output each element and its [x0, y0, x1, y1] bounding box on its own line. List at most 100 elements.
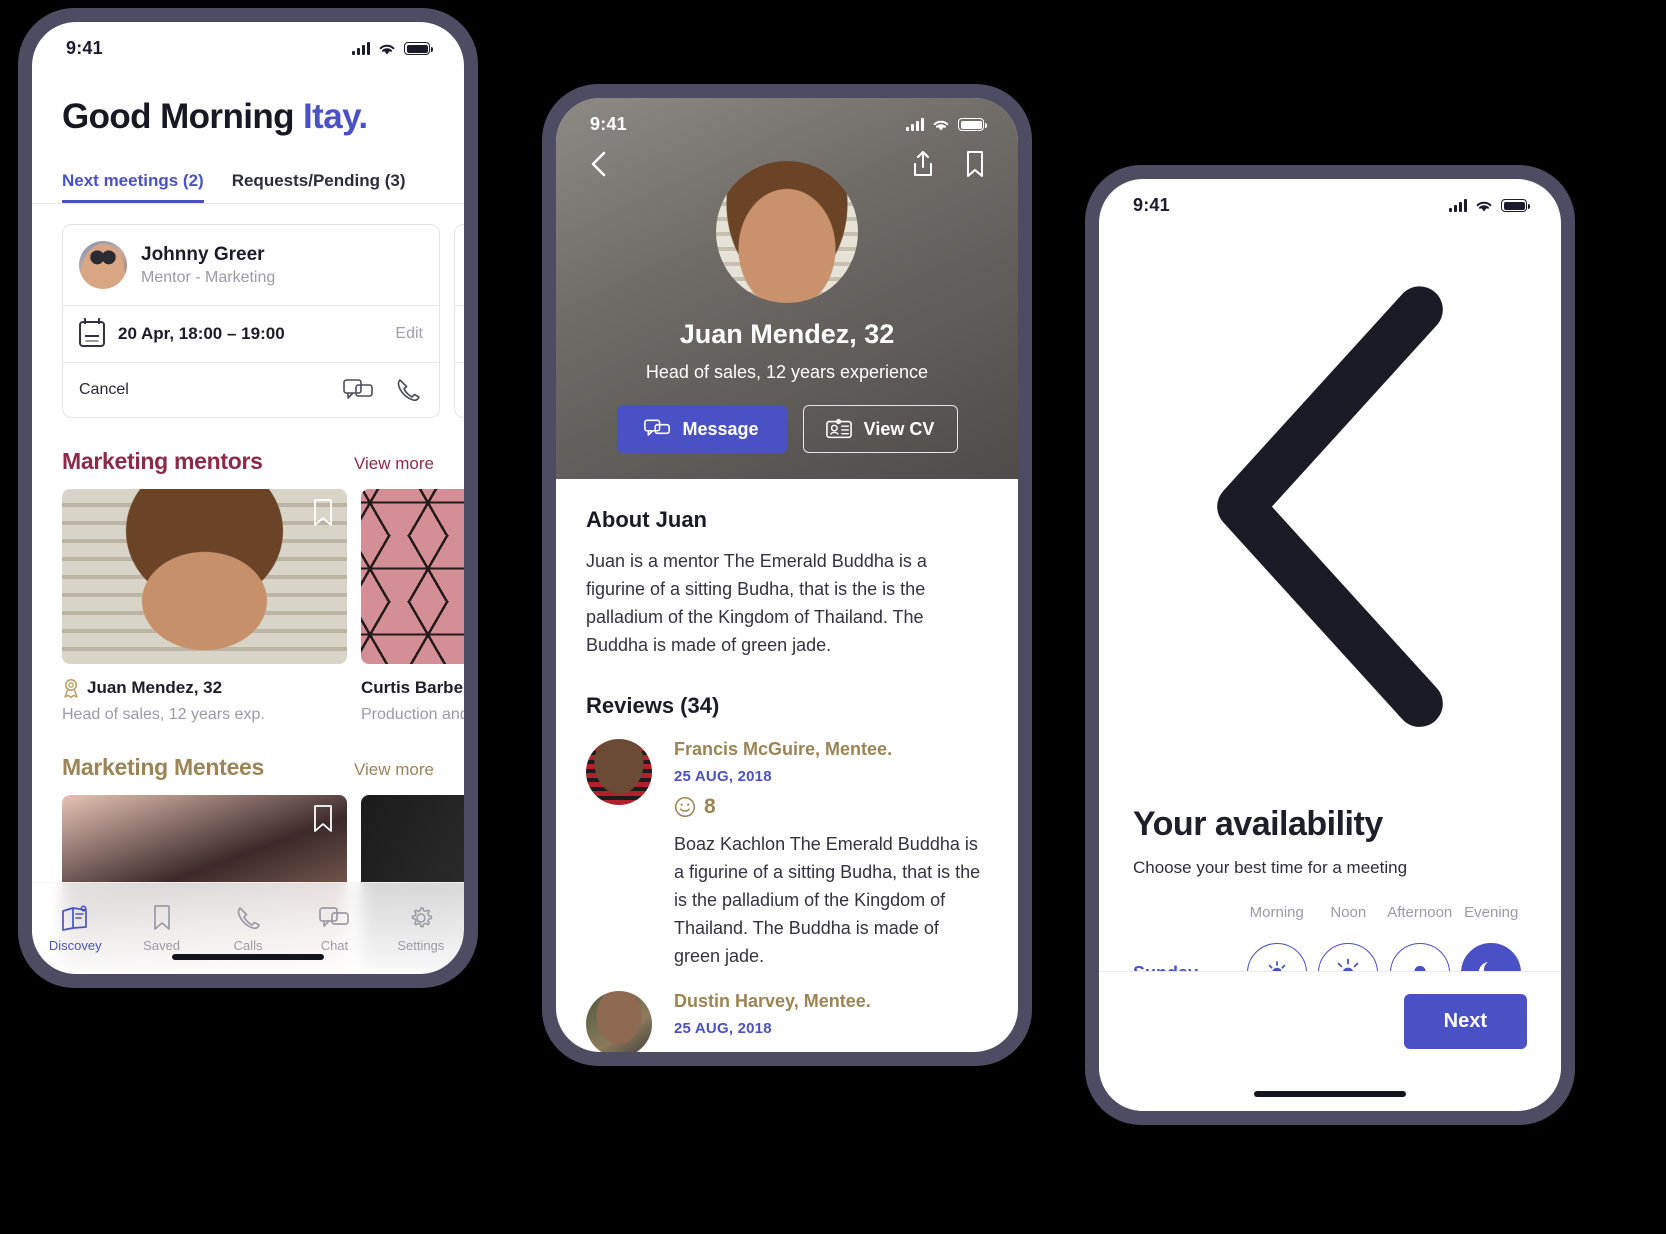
edit-button[interactable]: Edit — [395, 325, 423, 343]
tab-discovery[interactable]: Discovey — [32, 904, 118, 953]
mentor-tile[interactable]: Juan Mendez, 32 Head of sales, 12 years … — [62, 489, 347, 724]
view-cv-button[interactable]: View CV — [802, 405, 958, 453]
share-icon[interactable] — [910, 149, 936, 179]
review-body: Francis McGuire, Mentee. 25 AUG, 2018 8 … — [674, 739, 988, 970]
chat-icon[interactable] — [343, 377, 373, 403]
greeting-prefix: Good Morning — [62, 97, 304, 136]
screenshot-stage: 9:41 Good Morning Itay. Next meetings (2… — [0, 0, 1666, 1234]
chevron-left-icon[interactable] — [586, 149, 612, 179]
review-score: 8 — [674, 795, 988, 819]
meeting-card-date-row: 20 Apr, 18:00 – 19:00 Edit — [63, 306, 439, 362]
tab-label: Calls — [233, 938, 263, 953]
signal-icon — [906, 118, 924, 131]
review-body: Dustin Harvey, Mentee. 25 AUG, 2018 — [674, 991, 871, 1052]
phone-icon[interactable] — [393, 377, 423, 403]
section-header-mentors: Marketing mentors View more — [32, 418, 464, 475]
smiley-icon — [674, 796, 696, 818]
status-indicators — [352, 42, 433, 56]
phone-profile-device: 9:41 Juan Mendez, 32 Head of sales, 12 y… — [542, 84, 1032, 1066]
review-date: 25 AUG, 2018 — [674, 1019, 772, 1037]
profile-name: Juan Mendez, 32 — [679, 319, 895, 349]
tab-settings[interactable]: Settings — [378, 904, 464, 953]
wifi-icon — [1476, 201, 1492, 211]
page-subtitle: Choose your best time for a meeting — [1133, 858, 1408, 878]
id-card-icon — [825, 418, 852, 440]
column-afternoon: Afternoon — [1387, 904, 1453, 922]
meeting-card-next-peek[interactable] — [454, 224, 464, 418]
meeting-person: Johnny Greer Mentor - Marketing — [141, 244, 275, 287]
cancel-button[interactable]: Cancel — [79, 381, 343, 399]
review-date: 25 AUG, 2018 — [674, 768, 772, 786]
review-item: Francis McGuire, Mentee. 25 AUG, 2018 8 … — [586, 739, 988, 970]
page-title: Good Morning Itay. — [32, 63, 464, 137]
about-text: Juan is a mentor The Emerald Buddha is a… — [586, 551, 927, 656]
bookmark-icon[interactable] — [313, 499, 333, 527]
reviews-heading: Reviews (34) — [586, 693, 720, 719]
reviewer-name: Dustin Harvey, Mentee. — [674, 990, 871, 1011]
battery-icon — [404, 42, 433, 55]
view-cv-button-label: View CV — [863, 418, 935, 439]
gear-icon — [406, 904, 436, 932]
chevron-left-icon[interactable] — [1133, 238, 1527, 775]
next-button[interactable]: Next — [1403, 994, 1527, 1049]
mentor-tiles: Juan Mendez, 32 Head of sales, 12 years … — [32, 475, 464, 724]
availability-footer: Next — [1099, 971, 1561, 1111]
tab-label: Saved — [143, 938, 181, 953]
profile-subtitle: Head of sales, 12 years experience — [645, 362, 929, 382]
battery-icon — [1501, 199, 1530, 212]
status-bar-availability: 9:41 — [1099, 179, 1561, 220]
home-indicator — [172, 954, 324, 960]
award-icon — [62, 678, 80, 698]
avatar — [586, 739, 652, 806]
column-evening: Evening — [1464, 904, 1519, 922]
status-time: 9:41 — [66, 38, 103, 58]
bookmark-icon[interactable] — [962, 149, 988, 179]
tab-next-meetings[interactable]: Next meetings (2) — [62, 171, 204, 203]
mentor-photo — [361, 489, 464, 664]
bookmark-icon[interactable] — [313, 805, 333, 833]
avatar — [716, 161, 858, 303]
view-more-mentees[interactable]: View more — [354, 760, 434, 780]
reviewer-name: Francis McGuire, Mentee. — [674, 739, 893, 760]
profile-screen: 9:41 Juan Mendez, 32 Head of sales, 12 y… — [556, 98, 1018, 1052]
review-score-value: 8 — [704, 795, 716, 819]
tab-label: Settings — [397, 938, 445, 953]
home-body: Good Morning Itay. Next meetings (2) Req… — [32, 63, 464, 969]
section-header-mentees: Marketing Mentees View more — [32, 724, 464, 781]
phone-home-device: 9:41 Good Morning Itay. Next meetings (2… — [18, 8, 478, 988]
status-indicators — [1449, 199, 1530, 213]
tab-chat[interactable]: Chat — [291, 904, 377, 953]
meeting-card[interactable]: Johnny Greer Mentor - Marketing 20 Apr, … — [62, 224, 440, 418]
phone-icon — [233, 904, 263, 932]
profile-content: About Juan Juan is a mentor The Emerald … — [556, 479, 1018, 1052]
review-item: Dustin Harvey, Mentee. 25 AUG, 2018 — [586, 990, 988, 1052]
home-indicator — [1254, 1091, 1406, 1097]
avatar — [586, 990, 652, 1052]
message-button[interactable]: Message — [616, 405, 787, 453]
page-title: Your availability — [1133, 805, 1383, 844]
mentor-name: Johnny Greer — [141, 243, 265, 265]
bottom-tab-bar: Discovey Saved Calls Chat Settings — [32, 882, 464, 974]
view-more-mentors[interactable]: View more — [354, 454, 434, 474]
section-title: Marketing Mentees — [62, 754, 264, 780]
tab-saved[interactable]: Saved — [118, 904, 204, 953]
availability-screen: 9:41 Your availability Choose your best — [1099, 179, 1561, 1111]
tab-calls[interactable]: Calls — [205, 904, 291, 953]
meeting-cards-row: Johnny Greer Mentor - Marketing 20 Apr, … — [32, 204, 464, 418]
peek-header — [455, 225, 464, 305]
message-button-label: Message — [682, 418, 759, 439]
mentor-role: Mentor - Marketing — [141, 268, 276, 286]
mentor-tile[interactable]: Curtis Barber, 3 Production and — [361, 489, 464, 724]
status-indicators — [906, 118, 987, 132]
column-morning: Morning — [1249, 904, 1304, 922]
meeting-card-actions: Cancel — [63, 363, 439, 417]
review-text: Boaz Kachlon The Emerald Buddha is a fig… — [674, 834, 981, 966]
status-bar-home: 9:41 — [32, 22, 464, 63]
phone-availability-device: 9:41 Your availability Choose your best — [1085, 165, 1575, 1125]
wifi-icon — [933, 120, 949, 130]
mentor-name: Curtis Barber, 3 — [361, 678, 464, 697]
bookmark-icon — [147, 904, 177, 932]
column-noon: Noon — [1330, 904, 1367, 922]
status-time: 9:41 — [590, 114, 627, 134]
tab-requests-pending[interactable]: Requests/Pending (3) — [232, 171, 406, 203]
